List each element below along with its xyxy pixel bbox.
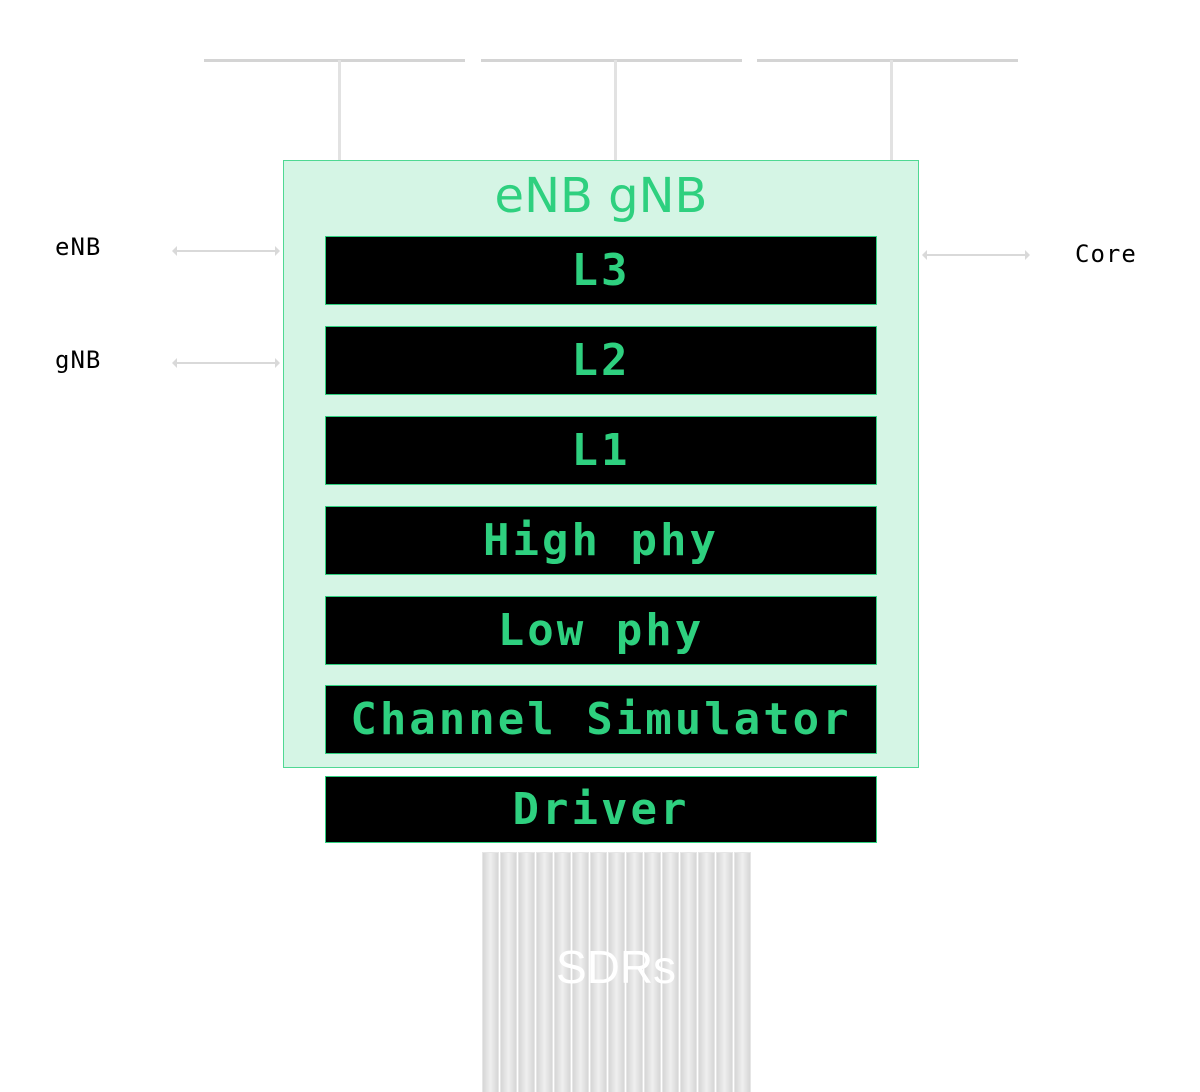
core-arrow-icon xyxy=(922,250,1030,260)
top-connector-line xyxy=(204,59,465,62)
layer-driver: Driver xyxy=(325,776,877,843)
label-gnb: gNB xyxy=(55,346,102,374)
gnb-arrow-icon xyxy=(172,358,280,368)
top-connector-line xyxy=(481,59,742,62)
top-connector-line xyxy=(757,59,1018,62)
container-title: eNB gNB xyxy=(494,168,708,224)
layer-l3: L3 xyxy=(325,236,877,305)
layer-high-phy: High phy xyxy=(325,506,877,575)
layer-l1: L1 xyxy=(325,416,877,485)
diagram: eNB gNB L3 L2 L1 High phy Low phy Channe… xyxy=(0,0,1200,1092)
label-enb: eNB xyxy=(55,233,102,261)
top-connector-drop xyxy=(890,60,893,160)
top-connector-drop xyxy=(338,60,341,160)
label-core: Core xyxy=(1075,240,1137,268)
layer-low-phy: Low phy xyxy=(325,596,877,665)
sdr-label: SDRs xyxy=(555,941,677,993)
top-connector-drop xyxy=(614,60,617,160)
layer-channel-simulator: Channel Simulator xyxy=(325,685,877,754)
enb-arrow-icon xyxy=(172,246,280,256)
layer-l2: L2 xyxy=(325,326,877,395)
